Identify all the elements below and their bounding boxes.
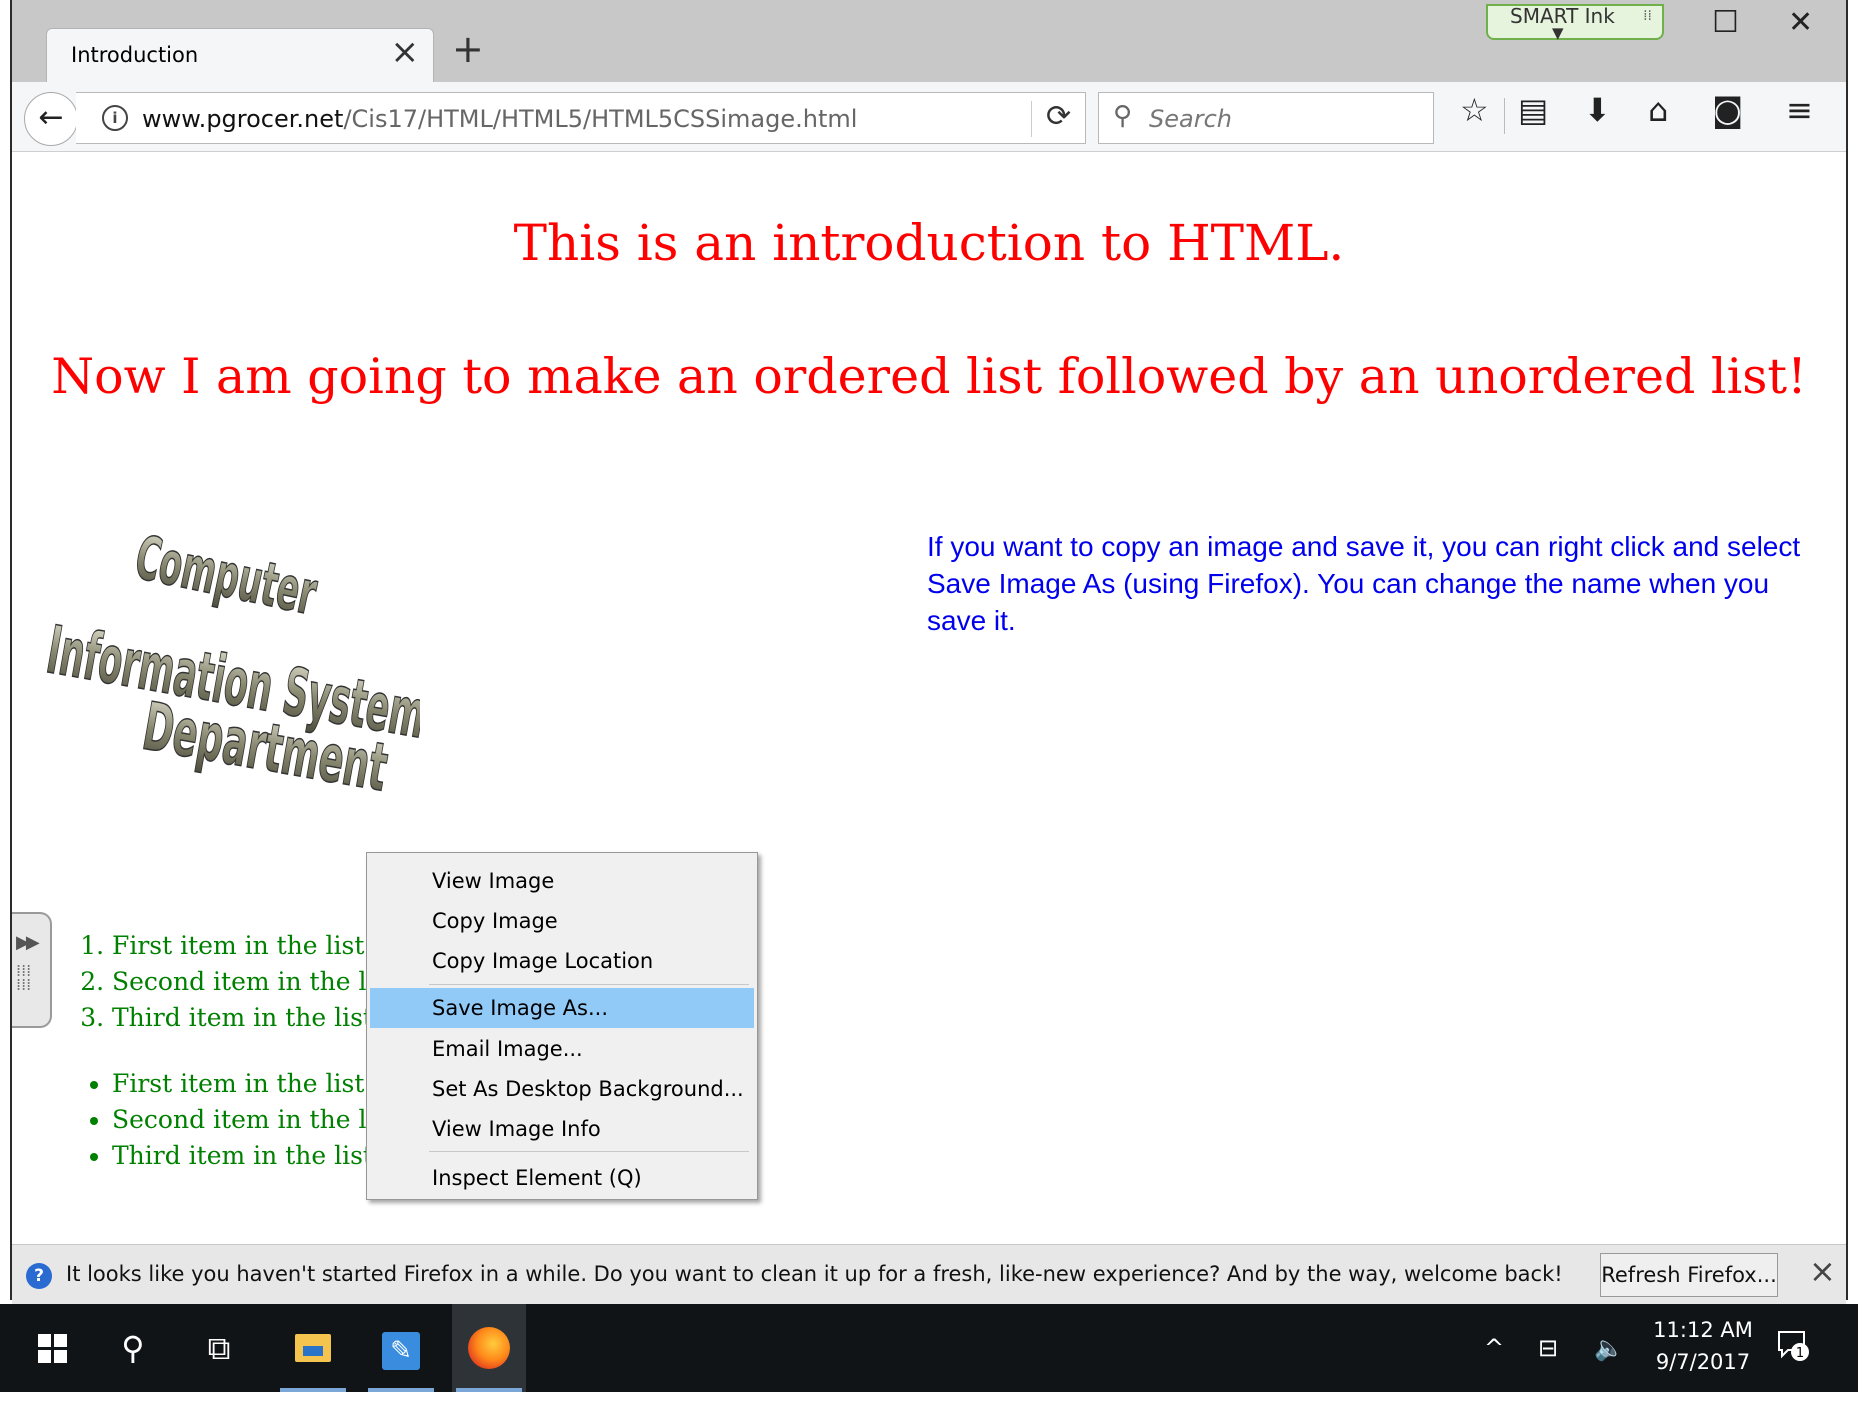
ordered-list: First item in the list Second item in th…	[72, 928, 397, 1036]
smart-ink-toolbar[interactable]: SMART Ink ▼ ⁞⁞	[1486, 4, 1664, 42]
list-item: Third item in the list	[112, 1138, 397, 1174]
toolbar-divider	[1504, 98, 1505, 134]
pocket-icon[interactable]: ◙	[1712, 94, 1743, 126]
action-center-icon[interactable]: 1	[1776, 1328, 1810, 1362]
window-border-right	[1846, 0, 1858, 1300]
task-view-icon: ⧉	[207, 1329, 231, 1367]
home-icon[interactable]: ⌂	[1648, 94, 1668, 126]
url-bar[interactable]: i www.pgrocer.net/Cis17/HTML/HTML5/HTML5…	[76, 92, 1086, 144]
url-divider	[1031, 101, 1032, 137]
reading-list-icon[interactable]: ▤	[1518, 94, 1548, 126]
menu-separator	[429, 984, 749, 985]
chevron-up-icon[interactable]: ^	[1484, 1304, 1504, 1392]
clock-time: 11:12 AM	[1653, 1318, 1753, 1342]
running-indicator	[456, 1388, 522, 1392]
running-indicator	[368, 1388, 434, 1392]
firefox-taskbar-button[interactable]	[452, 1304, 526, 1392]
back-arrow-icon: ←	[38, 100, 64, 135]
cis-department-logo-image[interactable]: Computer Information Systems Department	[40, 522, 420, 832]
grip-icon: ⁞⁞	[1643, 8, 1652, 24]
notebook-icon: ✎	[382, 1332, 420, 1370]
unordered-list: First item in the list Second item in th…	[72, 1066, 397, 1174]
clock-date: 9/7/2017	[1655, 1350, 1751, 1374]
menu-item-email-image[interactable]: Email Image...	[370, 1029, 754, 1069]
maximize-button[interactable]: ☐	[1712, 8, 1739, 38]
menu-icon[interactable]: ≡	[1786, 94, 1813, 126]
notification-bar: ? It looks like you haven't started Fire…	[12, 1244, 1846, 1304]
grip-dots-icon: ⁞⁞⁞ ⁞⁞⁞	[16, 961, 32, 994]
download-icon[interactable]: ⬇	[1584, 94, 1611, 126]
notification-count: 1	[1796, 1346, 1804, 1361]
new-tab-button[interactable]: +	[452, 30, 484, 68]
tab-strip: Introduction × + SMART Ink ▼ ⁞⁞ ☐ ✕	[12, 0, 1846, 82]
menu-item-set-desktop-background[interactable]: Set As Desktop Background...	[370, 1069, 754, 1109]
page-content: This is an introduction to HTML. Now I a…	[12, 152, 1846, 1242]
logo-line-1: Computer	[129, 523, 322, 629]
smart-side-handle[interactable]: ▶▶ ⁞⁞⁞ ⁞⁞⁞	[12, 912, 52, 1028]
menu-item-inspect-element[interactable]: Inspect Element (Q)	[370, 1158, 754, 1198]
task-view-button[interactable]: ⧉	[182, 1304, 256, 1392]
close-icon[interactable]: ×	[391, 35, 420, 69]
search-taskbar-button[interactable]: ⚲	[96, 1304, 170, 1392]
menu-item-view-image-info[interactable]: View Image Info	[370, 1109, 754, 1149]
reload-icon[interactable]: ⟳	[1046, 99, 1071, 134]
expand-arrows-icon: ▶▶	[16, 932, 40, 953]
file-explorer-button[interactable]	[276, 1304, 350, 1392]
windows-logo-icon	[38, 1334, 68, 1364]
notification-message: It looks like you haven't started Firefo…	[66, 1262, 1563, 1286]
network-icon[interactable]: ⊟	[1538, 1304, 1558, 1392]
window-border-left	[0, 0, 12, 1300]
context-menu: View Image Copy Image Copy Image Locatio…	[366, 852, 758, 1200]
back-button[interactable]: ←	[24, 92, 78, 146]
start-button[interactable]	[10, 1304, 84, 1392]
list-item: First item in the list	[112, 1066, 397, 1102]
menu-item-view-image[interactable]: View Image	[370, 861, 754, 901]
running-indicator	[280, 1388, 346, 1392]
list-item: Second item in the list	[112, 1102, 397, 1138]
page-heading: This is an introduction to HTML.	[513, 214, 1345, 272]
question-icon: ?	[26, 1263, 52, 1289]
firefox-icon	[468, 1327, 510, 1369]
folder-icon	[295, 1334, 331, 1362]
window-close-button[interactable]: ✕	[1788, 8, 1813, 38]
taskbar: ⚲ ⧉ ✎ ^ ⊟ 🔈 11:12 AM 9/7/2017 1	[0, 1304, 1858, 1392]
list-item: Second item in the list	[112, 964, 397, 1000]
url-path: /Cis17/HTML/HTML5/HTML5CSSimage.html	[343, 105, 858, 133]
menu-item-copy-image[interactable]: Copy Image	[370, 901, 754, 941]
url-domain: www.pgrocer.net	[142, 105, 344, 133]
tab-title: Introduction	[71, 43, 199, 67]
refresh-firefox-button[interactable]: Refresh Firefox...	[1600, 1253, 1778, 1297]
list-item: First item in the list	[112, 928, 397, 964]
search-icon: ⚲	[1113, 101, 1133, 131]
navigation-toolbar: ← i www.pgrocer.net/Cis17/HTML/HTML5/HTM…	[12, 82, 1846, 152]
dropdown-arrow-icon: ▼	[1552, 24, 1564, 42]
volume-icon[interactable]: 🔈	[1594, 1304, 1624, 1392]
notes-app-button[interactable]: ✎	[364, 1304, 438, 1392]
tab-introduction[interactable]: Introduction ×	[46, 28, 434, 82]
close-icon[interactable]: ×	[1809, 1255, 1836, 1287]
info-paragraph: If you want to copy an image and save it…	[927, 531, 1801, 636]
menu-item-save-image-as[interactable]: Save Image As...	[370, 988, 754, 1028]
search-input[interactable]: ⚲ Search	[1098, 92, 1434, 144]
list-item: Third item in the list	[112, 1000, 397, 1036]
page-subheading: Now I am going to make an ordered list f…	[51, 348, 1807, 405]
url-text[interactable]: www.pgrocer.net/Cis17/HTML/HTML5/HTML5CS…	[142, 105, 857, 133]
clock[interactable]: 11:12 AM 9/7/2017	[1648, 1314, 1758, 1378]
search-placeholder: Search	[1149, 105, 1232, 133]
menu-separator	[429, 1151, 749, 1152]
search-icon: ⚲	[121, 1329, 145, 1367]
menu-item-copy-image-location[interactable]: Copy Image Location	[370, 941, 754, 981]
bookmark-star-icon[interactable]: ☆	[1460, 94, 1489, 126]
info-icon[interactable]: i	[102, 105, 128, 131]
